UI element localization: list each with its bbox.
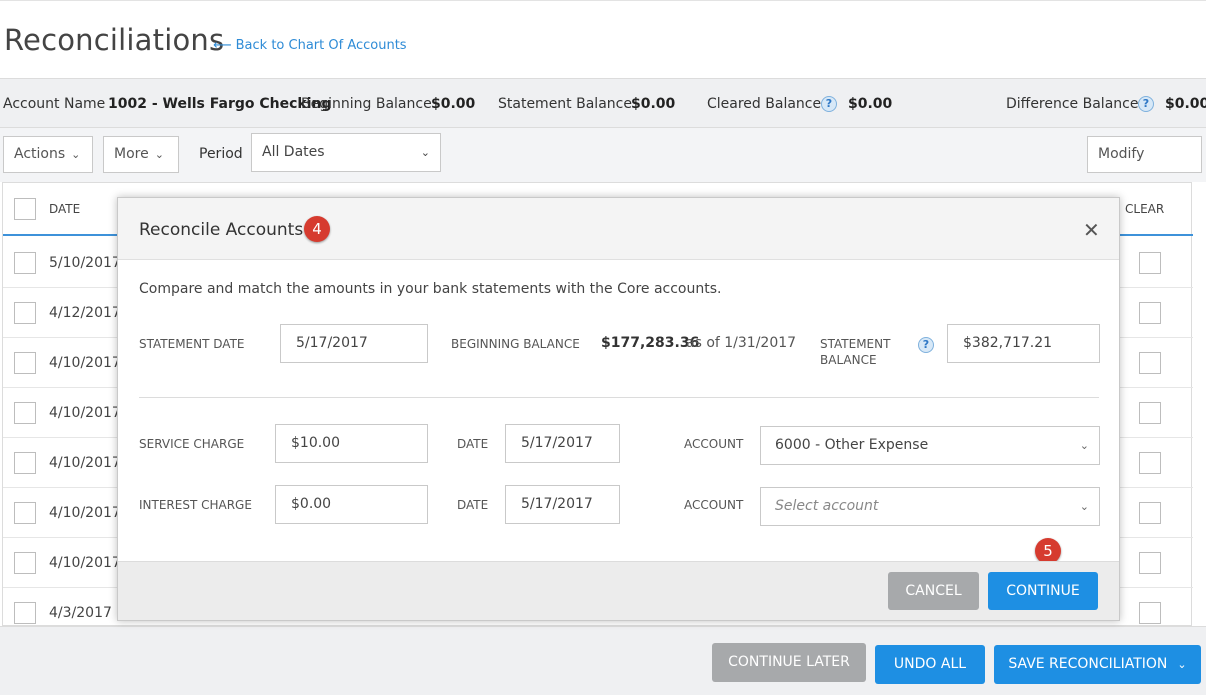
statement-date-label: STATEMENT DATE: [139, 337, 245, 351]
row-checkbox[interactable]: [14, 352, 36, 374]
cleared-balance-help-icon[interactable]: ?: [821, 96, 837, 112]
row-checkbox[interactable]: [14, 502, 36, 524]
row-clear-checkbox[interactable]: [1139, 252, 1161, 274]
modal-footer: CANCEL CONTINUE: [118, 561, 1119, 620]
service-account-label: ACCOUNT: [684, 437, 744, 451]
cleared-balance-value: $0.00: [848, 96, 893, 112]
beginning-balance-value: $0.00: [431, 96, 476, 112]
service-date-label: DATE: [457, 437, 489, 451]
row-clear-checkbox[interactable]: [1139, 352, 1161, 374]
account-summary-bar: Account Name 1002 - Wells Fargo Checking…: [0, 78, 1206, 128]
save-reconciliation-button[interactable]: SAVE RECONCILIATION ⌄: [994, 645, 1201, 684]
modal-divider: [139, 397, 1099, 398]
row-clear-checkbox[interactable]: [1139, 452, 1161, 474]
back-arrow-icon: ⟵: [213, 38, 232, 53]
chevron-down-icon: ⌄: [1079, 500, 1089, 513]
interest-account-label: ACCOUNT: [684, 498, 744, 512]
period-label: Period: [199, 146, 243, 162]
chevron-down-icon: ⌄: [1079, 439, 1089, 452]
date-column-header: DATE: [49, 202, 81, 216]
row-clear-checkbox[interactable]: [1139, 602, 1161, 624]
row-checkbox[interactable]: [14, 252, 36, 274]
row-checkbox[interactable]: [14, 402, 36, 424]
more-dropdown-button[interactable]: More ⌄: [103, 136, 179, 173]
row-date: 4/10/2017: [49, 405, 121, 421]
actions-label: Actions: [14, 146, 66, 162]
interest-account-placeholder: Select account: [775, 498, 879, 514]
interest-account-select[interactable]: Select account ⌄: [760, 487, 1100, 526]
step-badge-4: 4: [304, 216, 330, 242]
beginning-balance-label: BEGINNING BALANCE: [451, 337, 580, 351]
interest-charge-label: INTEREST CHARGE: [139, 498, 252, 512]
beginning-balance-as-of: as of 1/31/2017: [686, 335, 797, 351]
row-date: 4/10/2017: [49, 455, 121, 471]
difference-balance-help-icon[interactable]: ?: [1138, 96, 1154, 112]
beginning-balance-value: $177,283.36: [601, 335, 700, 351]
row-checkbox[interactable]: [14, 302, 36, 324]
chevron-down-icon: ⌄: [71, 148, 81, 161]
difference-balance-label: Difference Balance: [1006, 96, 1139, 112]
row-clear-checkbox[interactable]: [1139, 302, 1161, 324]
statement-balance-label-line2: BALANCE: [820, 353, 877, 367]
chevron-down-icon: ⌄: [154, 148, 164, 161]
back-link-label: Back to Chart Of Accounts: [235, 38, 407, 53]
service-charge-label: SERVICE CHARGE: [139, 437, 245, 451]
interest-date-label: DATE: [457, 498, 489, 512]
row-date: 4/10/2017: [49, 355, 121, 371]
save-reconciliation-label: SAVE RECONCILIATION: [1008, 656, 1168, 672]
toolbar: Actions ⌄ More ⌄ Period All Dates ⌄ Modify…: [0, 128, 1206, 197]
modal-description: Compare and match the amounts in your ba…: [139, 281, 722, 297]
back-to-chart-of-accounts-link[interactable]: ⟵ Back to Chart Of Accounts: [213, 38, 407, 53]
modify-details-button[interactable]: Modify Details: [1087, 136, 1202, 197]
continue-later-button[interactable]: CONTINUE LATER: [712, 643, 866, 682]
row-clear-checkbox[interactable]: [1139, 402, 1161, 424]
row-checkbox[interactable]: [14, 602, 36, 624]
statement-balance-help-icon[interactable]: ?: [918, 337, 934, 353]
row-date: 4/3/2017: [49, 605, 112, 621]
clear-column-header: CLEAR: [1125, 202, 1165, 216]
row-date: 5/10/2017: [49, 255, 121, 271]
row-date: 4/10/2017: [49, 505, 121, 521]
undo-all-button[interactable]: UNDO ALL: [875, 645, 985, 684]
service-date-input[interactable]: 5/17/2017: [505, 424, 620, 463]
row-date: 4/12/2017: [49, 305, 121, 321]
service-charge-input[interactable]: $10.00: [275, 424, 428, 463]
page-header: Reconciliations ⟵ Back to Chart Of Accoun…: [0, 0, 1206, 78]
select-all-checkbox[interactable]: [14, 198, 36, 220]
page-title: Reconciliations: [4, 23, 225, 57]
modal-header: Reconcile Accounts 4 ✕: [118, 198, 1119, 260]
service-account-value: 6000 - Other Expense: [775, 437, 929, 453]
statement-balance-input[interactable]: $382,717.21: [947, 324, 1100, 363]
statement-balance-label: Statement Balance: [498, 96, 632, 112]
row-clear-checkbox[interactable]: [1139, 502, 1161, 524]
reconcile-accounts-modal: Reconcile Accounts 4 ✕ Compare and match…: [117, 197, 1120, 621]
actions-dropdown-button[interactable]: Actions ⌄: [3, 136, 93, 173]
beginning-balance-label: Beginning Balance: [301, 96, 432, 112]
cleared-balance-label: Cleared Balance: [707, 96, 822, 112]
continue-button[interactable]: CONTINUE: [988, 572, 1098, 610]
account-name-label: Account Name: [3, 96, 106, 112]
period-value: All Dates: [262, 144, 325, 160]
statement-balance-value: $0.00: [631, 96, 676, 112]
bottom-action-bar: CONTINUE LATER UNDO ALL SAVE RECONCILIAT…: [0, 626, 1206, 695]
service-account-select[interactable]: 6000 - Other Expense ⌄: [760, 426, 1100, 465]
chevron-down-icon: ⌄: [420, 146, 430, 159]
row-checkbox[interactable]: [14, 452, 36, 474]
close-icon[interactable]: ✕: [1083, 218, 1100, 242]
difference-balance-value: $0.00: [1165, 96, 1206, 112]
row-date: 4/10/2017: [49, 555, 121, 571]
cancel-button[interactable]: CANCEL: [888, 572, 979, 610]
account-name-value: 1002 - Wells Fargo Checking: [108, 96, 332, 112]
interest-date-input[interactable]: 5/17/2017: [505, 485, 620, 524]
statement-balance-label: STATEMENT: [820, 337, 891, 351]
row-clear-checkbox[interactable]: [1139, 552, 1161, 574]
more-label: More: [114, 146, 149, 162]
modal-title: Reconcile Accounts: [139, 220, 304, 240]
chevron-down-icon: ⌄: [1177, 658, 1187, 671]
interest-charge-input[interactable]: $0.00: [275, 485, 428, 524]
statement-date-input[interactable]: 5/17/2017: [280, 324, 428, 363]
row-checkbox[interactable]: [14, 552, 36, 574]
period-select[interactable]: All Dates ⌄: [251, 133, 441, 172]
